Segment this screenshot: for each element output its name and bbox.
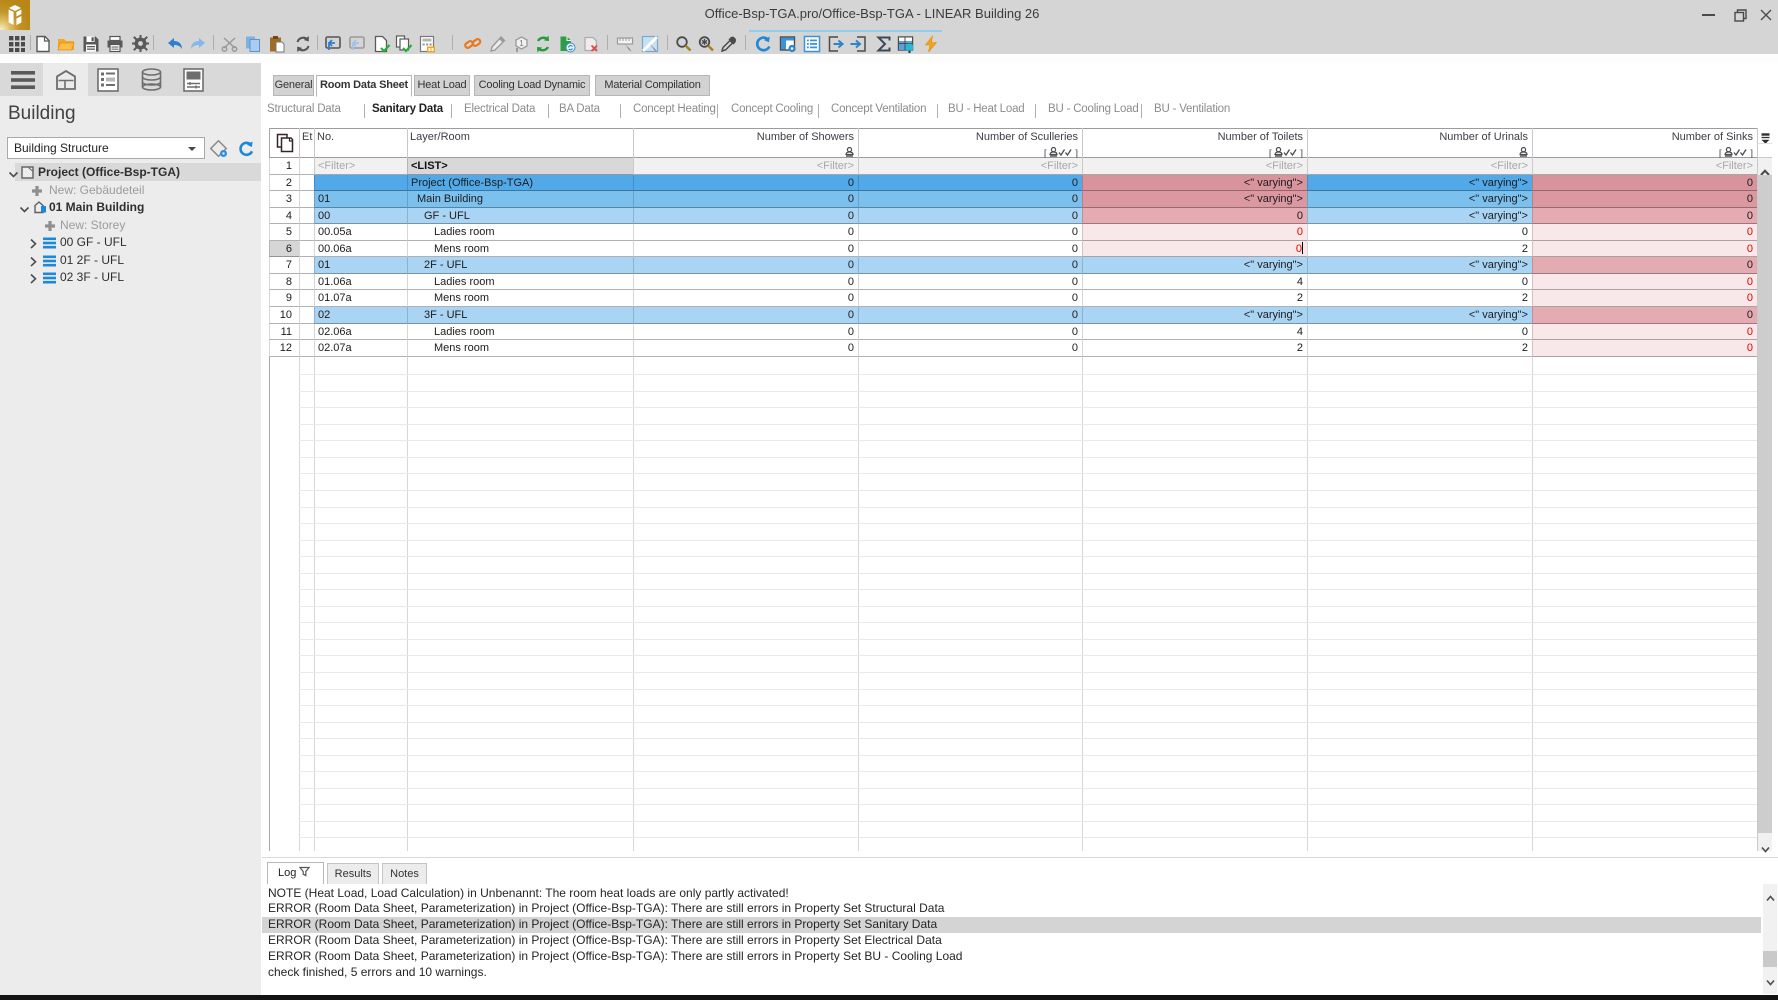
svg-text:1: 1 xyxy=(519,39,524,48)
